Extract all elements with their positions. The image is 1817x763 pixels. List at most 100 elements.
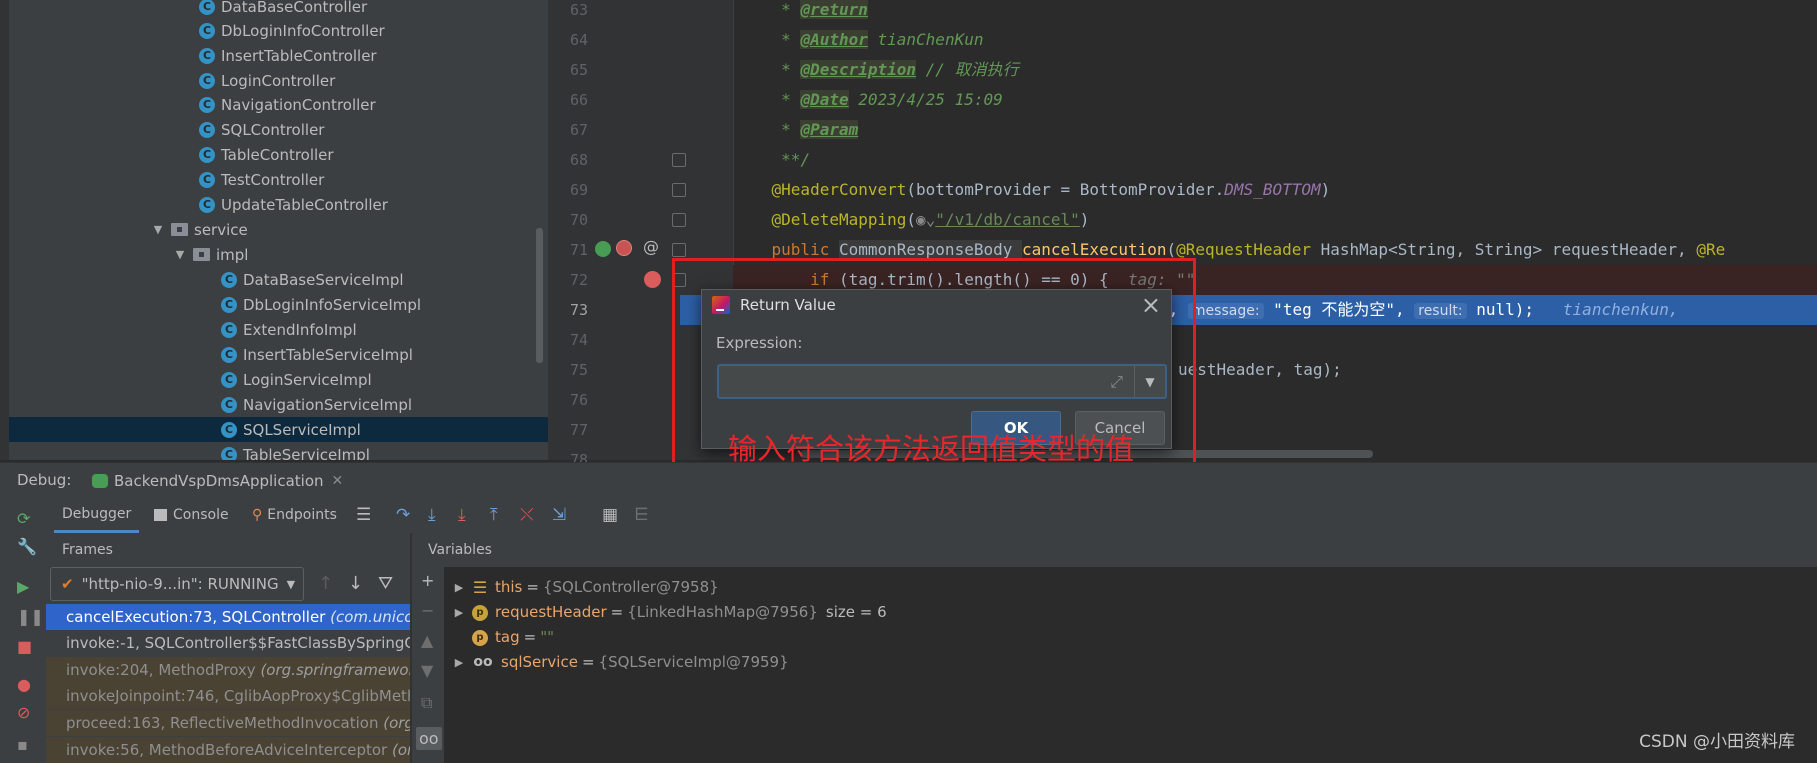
class-icon: C: [221, 371, 237, 388]
code-line-70[interactable]: @DeleteMapping(◉⌄"/v1/db/cancel"): [733, 205, 1817, 235]
evaluate-expression-icon[interactable]: ▦: [602, 505, 618, 525]
code-line-68[interactable]: **/: [733, 145, 1817, 175]
chevron-right-icon[interactable]: ▶: [452, 600, 466, 625]
drop-frame-icon[interactable]: ⤬: [520, 505, 534, 525]
line-number: 76: [569, 391, 588, 409]
close-icon[interactable]: ✕: [332, 473, 344, 489]
session-name: BackendVspDmsApplication: [114, 471, 324, 490]
arrow-up-icon[interactable]: ↑: [318, 573, 333, 594]
tree-item[interactable]: C InsertTableServiceImpl: [9, 342, 548, 367]
frame-item-selected[interactable]: cancelExecution:73, SQLController (com.u…: [46, 604, 410, 630]
code-line-65[interactable]: * @Description // 取消执行: [733, 55, 1817, 85]
chevron-down-icon[interactable]: ▼: [173, 248, 187, 261]
chevron-right-icon[interactable]: ▶: [452, 575, 466, 600]
class-icon: C: [221, 346, 237, 363]
step-into-icon[interactable]: ⤓: [428, 505, 436, 525]
force-step-into-icon[interactable]: ⤓: [458, 505, 466, 525]
step-over-icon[interactable]: ↷: [396, 505, 410, 525]
wrench-icon[interactable]: 🔧: [17, 537, 37, 556]
arrow-down-icon[interactable]: ↓: [348, 573, 363, 594]
code-line-64[interactable]: * @Author tianChenKun: [733, 25, 1817, 55]
tree-item[interactable]: C InsertTableController: [9, 43, 548, 68]
tree-item[interactable]: C TestController: [9, 167, 548, 192]
tree-item[interactable]: C ExtendInfoImpl: [9, 317, 548, 342]
tree-item[interactable]: C DbLoginInfoController: [9, 18, 548, 43]
mapping-icon[interactable]: [616, 240, 632, 256]
code-line-63[interactable]: * @return: [733, 0, 1817, 25]
trace-icon[interactable]: ⋿: [634, 505, 649, 525]
plus-icon[interactable]: +: [421, 571, 434, 590]
fold-marker-icon[interactable]: [672, 183, 686, 197]
more-icon[interactable]: ▪: [17, 735, 28, 754]
fold-marker-icon[interactable]: [672, 213, 686, 227]
variables-toolbar: + − ▲ ▼ ⧉ oo: [412, 567, 445, 763]
tree-item[interactable]: C TableServiceImpl: [9, 442, 548, 460]
tree-item[interactable]: C UpdateTableController: [9, 192, 548, 217]
frame-item[interactable]: proceed:163, ReflectiveMethodInvocation …: [46, 710, 410, 736]
tab-debugger[interactable]: Debugger: [54, 497, 140, 533]
tree-item[interactable]: C LoginController: [9, 68, 548, 93]
variable-row[interactable]: ▶ p requestHeader = {LinkedHashMap@7956} si…: [444, 600, 887, 625]
line-number: 68: [569, 151, 588, 169]
debug-session-tab[interactable]: BackendVspDmsApplication ✕: [92, 463, 343, 498]
tree-scrollbar[interactable]: [536, 228, 543, 363]
tree-item[interactable]: C NavigationController: [9, 92, 548, 117]
frame-item[interactable]: invoke:-1, SQLController$$FastClassBySpr…: [46, 630, 410, 656]
line-number: 66: [569, 91, 588, 109]
line-number: 74: [569, 331, 588, 349]
tree-item-label: TableServiceImpl: [243, 445, 370, 461]
tree-item[interactable]: C DataBaseServiceImpl: [9, 267, 548, 292]
rerun-icon[interactable]: ⟳: [17, 509, 30, 528]
stop-icon[interactable]: ■: [17, 637, 32, 656]
tree-item-selected[interactable]: C SQLServiceImpl: [9, 417, 548, 442]
variable-row[interactable]: ▶ ☰ this = {SQLController@7958}: [444, 575, 719, 600]
resume-icon[interactable]: ▶: [17, 577, 29, 596]
tree-item[interactable]: C DataBaseController: [9, 0, 548, 19]
mute-breakpoints-icon[interactable]: ⊘: [17, 703, 30, 722]
menu-icon[interactable]: ☰: [356, 505, 371, 525]
move-down-icon[interactable]: ▼: [421, 661, 433, 680]
tree-folder-service[interactable]: ▼ service: [9, 217, 548, 242]
tree-item-label: InsertTableController: [221, 46, 377, 65]
fold-marker-icon[interactable]: [672, 153, 686, 167]
run-to-cursor-icon[interactable]: ⇲: [552, 505, 566, 525]
chevron-down-icon[interactable]: ▼: [151, 223, 165, 236]
thread-selector[interactable]: ✔ "http-nio-9...in": RUNNING ▼: [50, 567, 304, 601]
line-number: 71: [569, 241, 588, 259]
copy-icon[interactable]: ⧉: [421, 693, 432, 713]
object-icon: ☰: [472, 578, 488, 597]
tab-console[interactable]: Console: [154, 497, 229, 533]
frame-item[interactable]: invoke:204, MethodProxy (org.springframe…: [46, 657, 410, 683]
tree-item[interactable]: C DbLoginInfoServiceImpl: [9, 292, 548, 317]
code-line-69[interactable]: @HeaderConvert(bottomProvider = BottomPr…: [733, 175, 1817, 205]
tree-folder-impl[interactable]: ▼ impl: [9, 242, 548, 267]
filter-icon[interactable]: ⛛: [378, 573, 393, 594]
glasses-icon[interactable]: oo: [416, 727, 442, 750]
chevron-right-icon[interactable]: ▶: [452, 650, 466, 675]
step-out-icon[interactable]: ⤒: [490, 505, 498, 525]
tree-item[interactable]: C NavigationServiceImpl: [9, 392, 548, 417]
variable-row[interactable]: ▶ oo sqlService = {SQLServiceImpl@7959}: [444, 650, 789, 675]
tree-item[interactable]: C LoginServiceImpl: [9, 367, 548, 392]
tab-label: Endpoints: [267, 507, 337, 523]
view-breakpoints-icon[interactable]: ●: [17, 675, 31, 694]
variable-row[interactable]: p tag = "": [444, 625, 554, 650]
code-line-75[interactable]: uestHeader, tag);: [1178, 355, 1817, 385]
frame-item[interactable]: invoke:56, MethodBeforeAdviceInterceptor…: [46, 737, 410, 763]
tree-item[interactable]: C TableController: [9, 142, 548, 167]
frame-item[interactable]: invokeJoinpoint:746, CglibAopProxy$Cglib…: [46, 683, 410, 709]
move-up-icon[interactable]: ▲: [421, 631, 433, 650]
minus-icon[interactable]: −: [421, 601, 434, 620]
parameter-icon: p: [472, 604, 488, 621]
pause-icon[interactable]: ❚❚: [17, 607, 44, 626]
code-line-67[interactable]: * @Param: [733, 115, 1817, 145]
code-line-66[interactable]: * @Date 2023/4/25 15:09: [733, 85, 1817, 115]
tree-item-label: DbLoginInfoController: [221, 21, 385, 40]
breakpoint-icon[interactable]: [644, 271, 661, 288]
tab-endpoints[interactable]: ⚲ Endpoints: [252, 497, 337, 533]
fold-marker-icon[interactable]: [672, 243, 686, 257]
endpoints-icon: ⚲: [252, 507, 263, 523]
tree-item[interactable]: C SQLController: [9, 117, 548, 142]
bean-icon[interactable]: [595, 241, 611, 257]
at-sign-icon[interactable]: @: [643, 237, 659, 256]
